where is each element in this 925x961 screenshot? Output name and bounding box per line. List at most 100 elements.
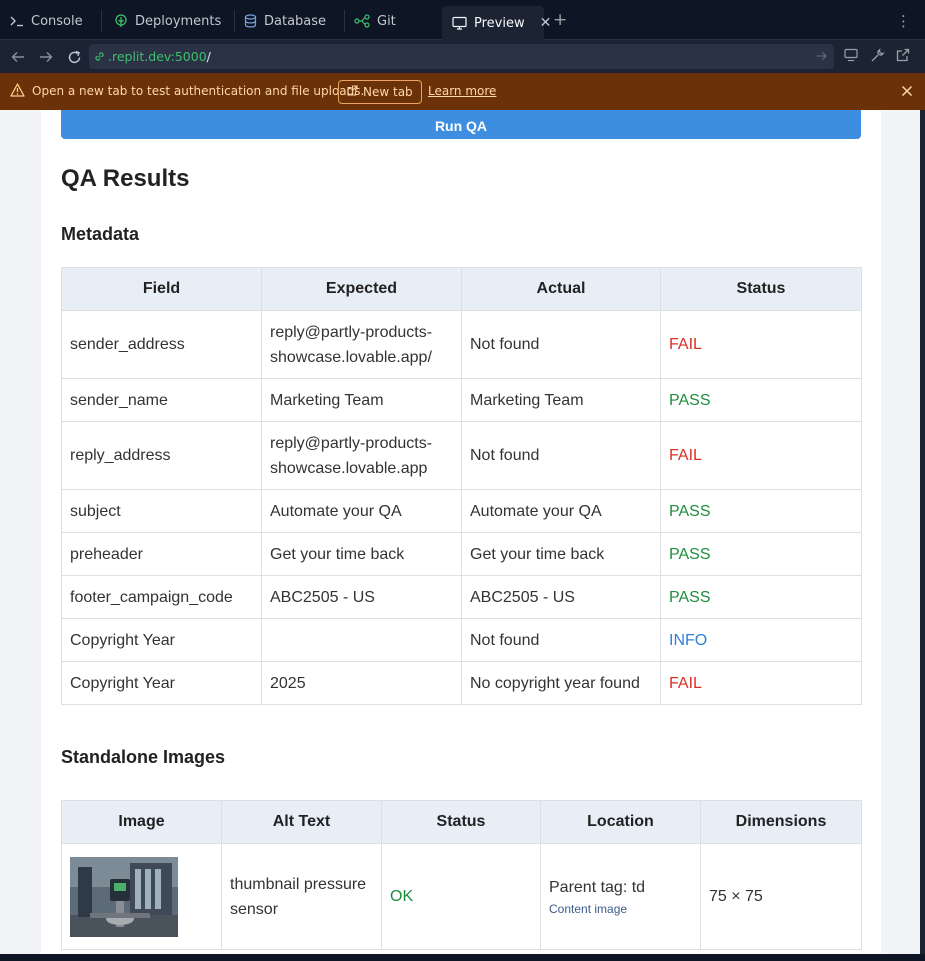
new-tab-label: New tab	[363, 85, 413, 99]
status-cell: PASS	[660, 378, 862, 422]
dimensions-cell: 75 × 75	[700, 843, 862, 950]
actual-cell: Automate your QA	[461, 489, 661, 533]
open-external-icon[interactable]	[896, 48, 910, 62]
workspace-tab-bar: Console Deployments Database Git Preview…	[0, 0, 925, 40]
expected-cell: Get your time back	[261, 532, 462, 576]
external-link-icon	[347, 85, 358, 99]
field-cell: Copyright Year	[61, 618, 262, 662]
tab-database[interactable]: Database	[234, 6, 336, 36]
reload-icon[interactable]	[65, 48, 83, 66]
tab-label: Console	[31, 13, 83, 29]
go-arrow-icon[interactable]	[816, 49, 828, 67]
actual-cell: Get your time back	[461, 532, 661, 576]
forward-arrow-icon[interactable]	[37, 48, 55, 66]
preview-viewport: Run QA QA Results Metadata Field Expecte…	[0, 110, 920, 954]
status-cell: PASS	[660, 575, 862, 619]
field-cell: sender_name	[61, 378, 262, 422]
close-banner-icon[interactable]	[901, 84, 913, 102]
field-cell: sender_address	[61, 310, 262, 379]
status-cell: INFO	[660, 618, 862, 662]
location-note: Content image	[549, 902, 628, 916]
banner-message: Open a new tab to test authentication an…	[32, 84, 365, 98]
field-cell: footer_campaign_code	[61, 575, 262, 619]
field-cell: subject	[61, 489, 262, 533]
run-qa-button[interactable]: Run QA	[61, 110, 861, 139]
tab-git[interactable]: Git	[344, 6, 406, 36]
column-header: Expected	[261, 267, 462, 311]
pressure-sensor-thumbnail	[70, 856, 178, 937]
tab-label: Git	[377, 13, 396, 29]
table-row: thumbnail pressure sensor OK Parent tag:…	[61, 843, 862, 950]
url-input[interactable]: .replit.dev:5000/	[89, 44, 834, 69]
deploy-icon	[114, 14, 128, 28]
expected-cell: ABC2505 - US	[261, 575, 462, 619]
wrench-icon[interactable]	[870, 48, 885, 63]
field-cell: preheader	[61, 532, 262, 576]
status-cell: OK	[381, 843, 541, 950]
location-parent-tag: Parent tag: td	[549, 879, 646, 896]
actual-cell: No copyright year found	[461, 661, 661, 705]
tab-label: Database	[264, 13, 327, 29]
actual-cell: Marketing Team	[461, 378, 661, 422]
table-row: subject Automate your QA Automate your Q…	[61, 489, 862, 533]
table-row: sender_name Marketing Team Marketing Tea…	[61, 378, 862, 422]
warning-icon	[10, 83, 25, 102]
status-cell: PASS	[660, 532, 862, 576]
link-icon	[93, 50, 106, 63]
expected-cell: reply@partly-products-showcase.lovable.a…	[261, 421, 462, 490]
field-cell: reply_address	[61, 421, 262, 490]
git-icon	[354, 14, 370, 28]
table-header-row: Image Alt Text Status Location Dimension…	[61, 800, 862, 844]
column-header: Alt Text	[221, 800, 382, 844]
metadata-heading: Metadata	[61, 224, 140, 244]
viewport-edge	[920, 110, 925, 954]
terminal-icon	[10, 15, 24, 27]
status-cell: FAIL	[660, 310, 862, 379]
field-cell: Copyright Year	[61, 661, 262, 705]
status-cell: FAIL	[660, 421, 862, 490]
column-header: Dimensions	[700, 800, 862, 844]
actual-cell: Not found	[461, 618, 661, 662]
column-header: Actual	[461, 267, 661, 311]
status-cell: PASS	[660, 489, 862, 533]
learn-more-link[interactable]: Learn more	[428, 84, 496, 98]
add-tab-button[interactable]: +	[553, 11, 567, 29]
actual-cell: Not found	[461, 310, 661, 379]
monitor-icon	[452, 16, 467, 30]
tab-divider	[101, 10, 102, 32]
table-header-row: Field Expected Actual Status	[61, 267, 862, 311]
new-tab-button[interactable]: New tab	[338, 80, 422, 104]
location-cell: Parent tag: td Content image	[540, 843, 701, 950]
tab-preview[interactable]: Preview ✕	[442, 6, 551, 40]
expected-cell: reply@partly-products-showcase.lovable.a…	[261, 310, 462, 379]
table-row: reply_address reply@partly-products-show…	[61, 421, 862, 490]
actual-cell: Not found	[461, 421, 661, 490]
url-host: .replit.dev:5000	[108, 49, 207, 64]
images-table: Image Alt Text Status Location Dimension…	[61, 800, 862, 950]
expected-cell: Marketing Team	[261, 378, 462, 422]
more-options-icon[interactable]: ⋮	[896, 12, 911, 30]
tab-label: Preview	[474, 15, 525, 31]
column-header: Image	[61, 800, 222, 844]
table-row: Copyright Year Not found INFO	[61, 618, 862, 662]
back-arrow-icon[interactable]	[9, 48, 27, 66]
bottom-status-strip	[0, 954, 925, 961]
tab-deployments[interactable]: Deployments	[104, 6, 231, 36]
table-row: footer_campaign_code ABC2505 - US ABC250…	[61, 575, 862, 619]
preview-toolbar: .replit.dev:5000/	[0, 40, 925, 73]
tab-console[interactable]: Console	[0, 6, 93, 36]
column-header: Location	[540, 800, 701, 844]
close-icon[interactable]: ✕	[540, 15, 552, 31]
table-row: sender_address reply@partly-products-sho…	[61, 310, 862, 379]
devices-icon[interactable]	[844, 48, 860, 62]
standalone-images-heading: Standalone Images	[61, 747, 226, 767]
table-row: preheader Get your time back Get your ti…	[61, 532, 862, 576]
image-cell	[61, 843, 222, 950]
tab-label: Deployments	[135, 13, 222, 29]
expected-cell	[261, 618, 462, 662]
column-header: Status	[381, 800, 541, 844]
results-heading: QA Results	[61, 165, 190, 192]
actual-cell: ABC2505 - US	[461, 575, 661, 619]
table-row: Copyright Year 2025 No copyright year fo…	[61, 661, 862, 705]
expected-cell: 2025	[261, 661, 462, 705]
